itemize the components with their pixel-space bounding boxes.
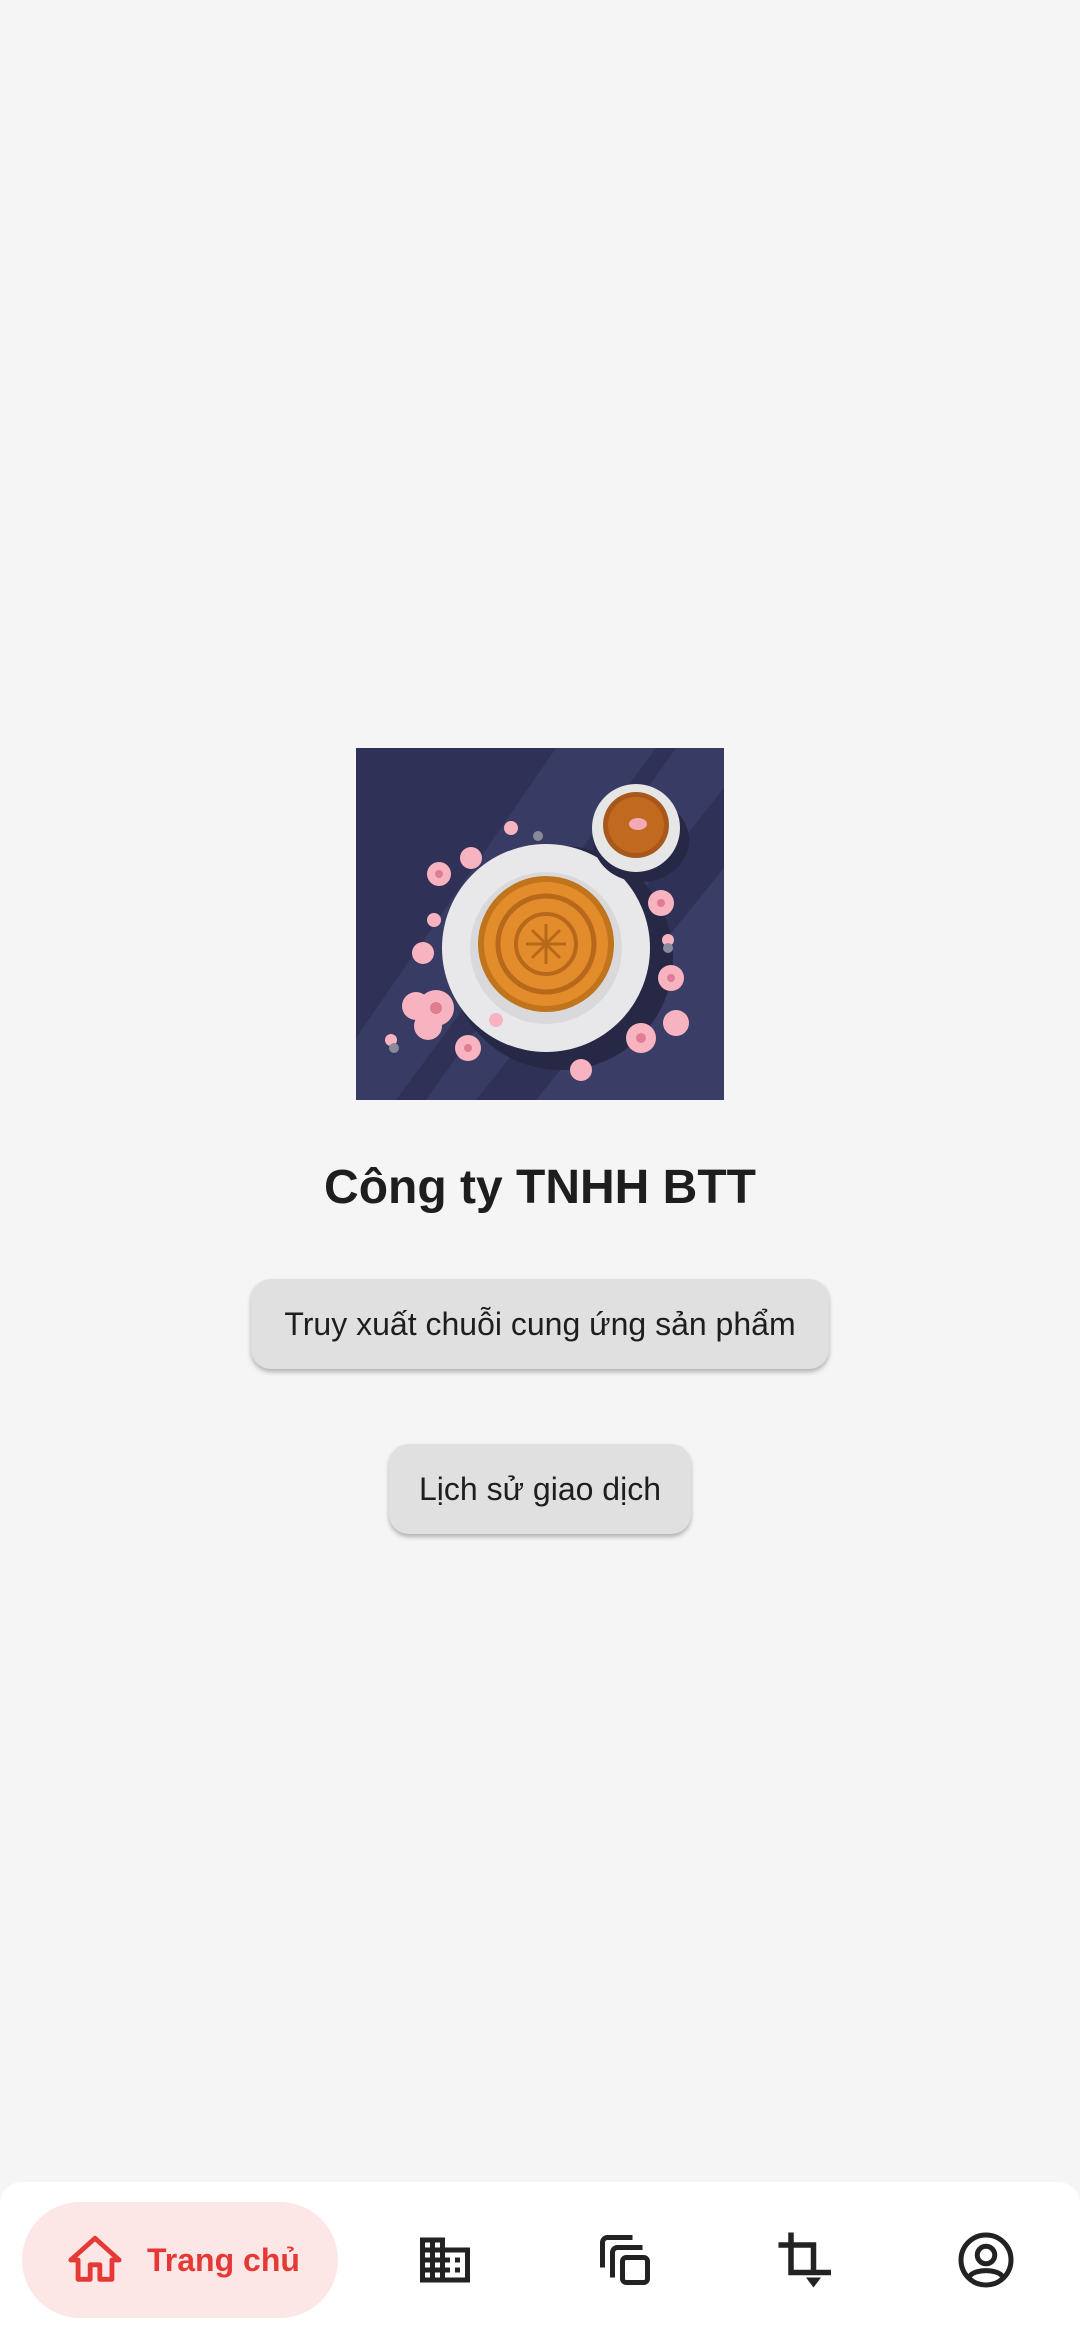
nav-item-home-label: Trang chủ — [147, 2242, 300, 2278]
mooncake-illustration — [356, 748, 724, 1100]
nav-item-copy[interactable] — [595, 2230, 655, 2290]
bottom-navigation-bar: Trang chủ — [0, 2182, 1080, 2338]
home-icon — [66, 2231, 124, 2289]
account-icon — [956, 2230, 1016, 2290]
copy-icon — [595, 2230, 655, 2290]
home-content: Công ty TNHH BTT Truy xuất chuỗi cung ứn… — [0, 0, 1080, 2180]
nav-item-crop[interactable] — [776, 2230, 836, 2290]
company-name: Công ty TNHH BTT — [324, 1161, 756, 1214]
nav-item-home[interactable]: Trang chủ — [22, 2202, 338, 2318]
transaction-history-button[interactable]: Lịch sử giao dịch — [389, 1444, 691, 1534]
screen: Công ty TNHH BTT Truy xuất chuỗi cung ứn… — [0, 0, 1080, 2338]
trace-supply-chain-button[interactable]: Truy xuất chuỗi cung ứng sản phẩm — [251, 1279, 829, 1369]
nav-item-company[interactable] — [415, 2230, 475, 2290]
nav-item-account[interactable] — [956, 2230, 1016, 2290]
building-icon — [415, 2230, 475, 2290]
crop-icon — [776, 2230, 836, 2290]
